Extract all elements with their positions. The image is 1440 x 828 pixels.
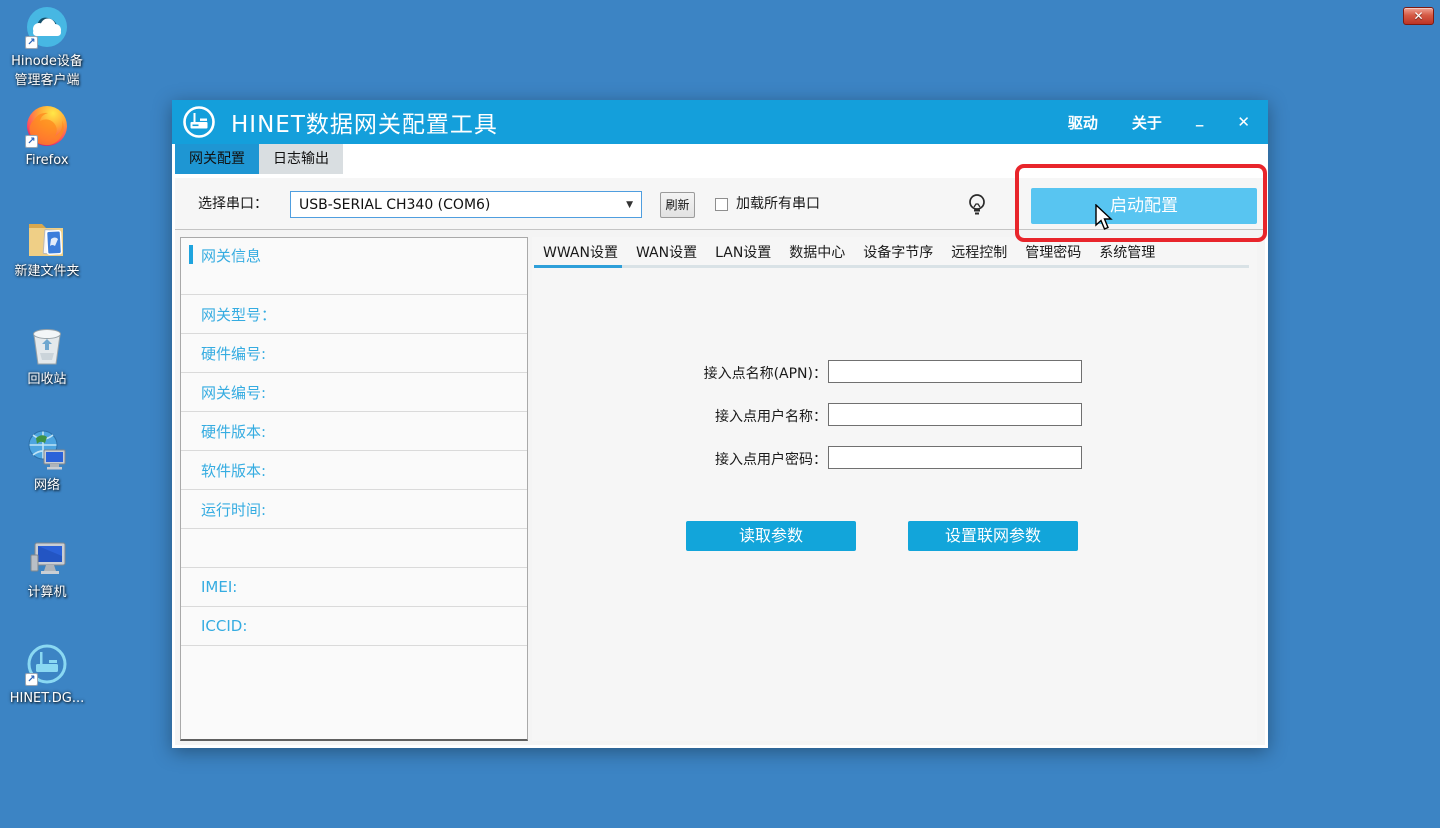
info-row-hardware-version: 硬件版本:	[181, 412, 527, 451]
desktop-icon-hinet-shortcut[interactable]: ↗ HINET.DG...	[2, 641, 92, 709]
tab-wan-settings[interactable]: WAN设置	[627, 242, 706, 264]
tab-log-output[interactable]: 日志输出	[259, 144, 343, 174]
gateway-info-panel: 网关信息 网关型号： 硬件编号: 网关编号: 硬件版本: 软件版本: 运行时间:…	[180, 237, 528, 741]
firefox-icon: ↗	[24, 103, 70, 149]
apn-name-input[interactable]	[828, 360, 1082, 383]
window-title: HINET数据网关配置工具	[231, 105, 1068, 139]
screen-close-button[interactable]: ✕	[1403, 7, 1434, 25]
computer-icon	[24, 535, 70, 581]
tab-data-center[interactable]: 数据中心	[780, 242, 854, 264]
serial-port-select[interactable]: USB-SERIAL CH340 (COM6) ▼	[290, 191, 642, 218]
info-row-iccid: ICCID:	[181, 607, 527, 646]
desktop-icon-computer[interactable]: 计算机	[2, 535, 92, 603]
info-row-empty	[181, 529, 527, 568]
desktop-icon-hinode-client[interactable]: ↗ Hinode设备 管理客户端	[2, 4, 92, 91]
tab-wwan-settings[interactable]: WWAN设置	[534, 242, 627, 264]
desktop-icon-label: Firefox	[25, 152, 68, 171]
serial-port-value: USB-SERIAL CH340 (COM6)	[299, 197, 626, 213]
load-all-ports-checkbox[interactable]	[715, 198, 728, 211]
shortcut-arrow-icon: ↗	[25, 135, 38, 148]
app-logo-router-icon	[182, 105, 216, 139]
start-config-button[interactable]: 启动配置	[1031, 188, 1257, 224]
about-menu-item[interactable]: 关于	[1132, 112, 1162, 133]
info-row-software-version: 软件版本:	[181, 451, 527, 490]
desktop-icon-recycle-bin[interactable]: 回收站	[2, 322, 92, 390]
desktop-icon-firefox[interactable]: ↗ Firefox	[2, 103, 92, 171]
app-window: HINET数据网关配置工具 驱动 关于 _ ✕ 网关配置 日志输出 选择串口： …	[172, 100, 1268, 748]
lightbulb-icon[interactable]	[967, 193, 987, 221]
chevron-down-icon: ▼	[626, 200, 633, 210]
settings-tab-bar: WWAN设置 WAN设置 LAN设置 数据中心 设备字节序 远程控制 管理密码 …	[534, 242, 1164, 264]
titlebar[interactable]: HINET数据网关配置工具 驱动 关于 _ ✕	[172, 100, 1268, 144]
shortcut-arrow-icon: ↗	[25, 36, 38, 49]
hinet-shortcut-icon: ↗	[24, 641, 70, 687]
desktop-icon-label: Hinode设备 管理客户端	[11, 53, 83, 91]
shortcut-arrow-icon: ↗	[25, 673, 38, 686]
accent-bar	[189, 245, 193, 264]
main-tab-bar: 网关配置 日志输出	[175, 144, 1265, 178]
client-area: 选择串口： USB-SERIAL CH340 (COM6) ▼ 刷新 加载所有串…	[175, 178, 1265, 745]
tab-system-management[interactable]: 系统管理	[1090, 242, 1164, 264]
info-row-hardware-id: 硬件编号:	[181, 334, 527, 373]
tabs-baseline	[534, 265, 1249, 268]
close-button[interactable]: ✕	[1237, 113, 1250, 131]
apn-username-label: 接入点用户名称：	[715, 406, 827, 426]
desktop-icon-new-folder[interactable]: 新建文件夹	[2, 214, 92, 282]
gateway-info-header: 网关信息	[181, 238, 527, 295]
tab-gateway-config[interactable]: 网关配置	[175, 144, 259, 174]
active-tab-underline	[534, 265, 622, 268]
refresh-button[interactable]: 刷新	[660, 192, 695, 218]
minimize-button[interactable]: _	[1196, 109, 1204, 127]
tab-remote-control[interactable]: 远程控制	[942, 242, 1016, 264]
info-row-uptime: 运行时间:	[181, 490, 527, 529]
apn-username-input[interactable]	[828, 403, 1082, 426]
tab-admin-password[interactable]: 管理密码	[1016, 242, 1090, 264]
desktop-icon-label: 新建文件夹	[14, 263, 79, 282]
settings-panel: WWAN设置 WAN设置 LAN设置 数据中心 设备字节序 远程控制 管理密码 …	[532, 237, 1257, 741]
set-network-params-button[interactable]: 设置联网参数	[908, 521, 1078, 551]
apn-password-input[interactable]	[828, 446, 1082, 469]
hinode-client-icon: ↗	[24, 4, 70, 50]
gateway-info-title: 网关信息	[201, 245, 261, 266]
network-icon	[24, 428, 70, 474]
desktop-icon-network[interactable]: 网络	[2, 428, 92, 496]
read-params-button[interactable]: 读取参数	[686, 521, 856, 551]
driver-menu-item[interactable]: 驱动	[1068, 112, 1098, 133]
tab-lan-settings[interactable]: LAN设置	[706, 242, 780, 264]
desktop-icon-label: HINET.DG...	[10, 690, 85, 709]
info-row-imei: IMEI:	[181, 568, 527, 607]
info-row-gateway-id: 网关编号:	[181, 373, 527, 412]
tab-device-byte-order[interactable]: 设备字节序	[854, 242, 942, 264]
desktop-icon-label: 网络	[34, 477, 60, 496]
apn-name-label: 接入点名称(APN)：	[704, 363, 827, 383]
apn-password-label: 接入点用户密码：	[715, 449, 827, 469]
desktop: { "desktop": { "icons": [ { "label": "Hi…	[0, 0, 1440, 828]
desktop-icon-label: 回收站	[27, 371, 66, 390]
serial-port-label: 选择串口：	[198, 178, 268, 230]
load-all-ports-label: 加载所有串口	[736, 178, 820, 230]
folder-icon	[24, 214, 70, 260]
desktop-icon-label: 计算机	[27, 584, 66, 603]
info-row-model: 网关型号：	[181, 295, 527, 334]
toolbar: 选择串口： USB-SERIAL CH340 (COM6) ▼ 刷新 加载所有串…	[175, 178, 1265, 230]
recycle-bin-icon	[24, 322, 70, 368]
